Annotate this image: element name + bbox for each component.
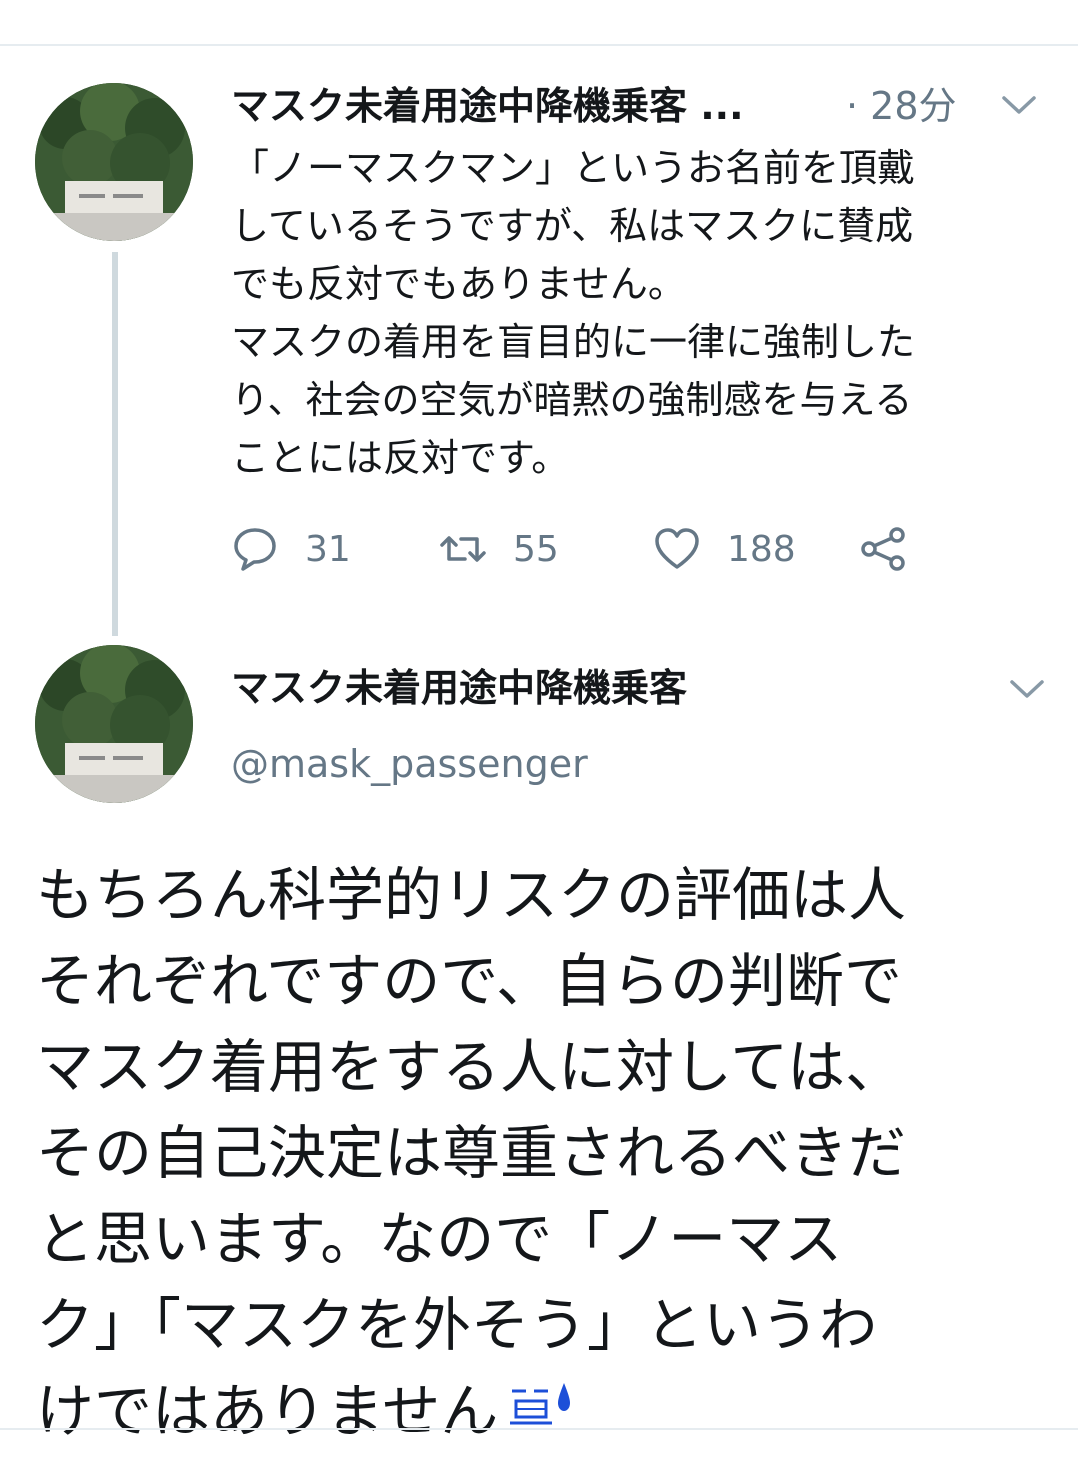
display-name[interactable]: マスク未着用途中降機乗客 [231, 660, 687, 716]
retweet-icon [440, 536, 486, 562]
reply-count: 31 [305, 528, 351, 570]
avatar-image [35, 645, 193, 803]
avatar-image [35, 83, 193, 241]
share-icon [861, 527, 905, 571]
top-divider [0, 44, 1078, 46]
like-button[interactable]: 188 [653, 520, 796, 578]
chevron-down-icon[interactable] [1008, 676, 1046, 702]
user-handle[interactable]: @mask_passenger [231, 736, 588, 792]
chevron-down-icon[interactable] [1000, 92, 1038, 118]
heart-icon [655, 528, 699, 569]
like-count: 188 [727, 528, 796, 570]
retweet-count: 55 [513, 528, 559, 570]
bottom-divider [0, 1428, 1078, 1430]
thread-line [112, 252, 118, 636]
tweet-text-body: もちろん科学的リスクの評価は人 それぞれですので、自らの判断で マスク着用をする… [36, 861, 907, 1445]
reply-button[interactable]: 31 [231, 520, 351, 578]
display-name[interactable]: マスク未着用途中降機乗客 ... [231, 78, 821, 134]
avatar[interactable] [35, 83, 193, 241]
tweet-text: 「ノーマスクマン」というお名前を頂戴 しているそうですが、私はマスクに賛成 でも… [231, 146, 916, 480]
tweet-text: もちろん科学的リスクの評価は人 それぞれですので、自らの判断で マスク着用をする… [36, 852, 1046, 1454]
retweet-button[interactable]: 55 [439, 520, 559, 578]
avatar[interactable] [35, 645, 193, 803]
tweet-time[interactable]: · 28分 [846, 78, 957, 134]
chat-bubble-icon [234, 528, 276, 571]
crying-face-emoji-icon [506, 1379, 576, 1431]
share-button[interactable] [859, 520, 907, 578]
